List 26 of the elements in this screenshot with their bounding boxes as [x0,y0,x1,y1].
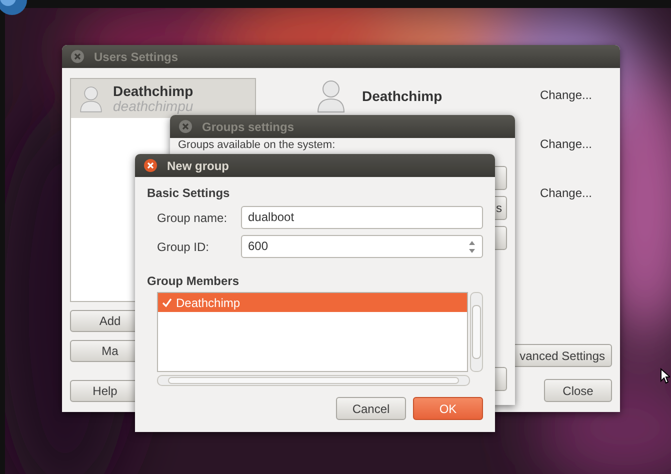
close-button[interactable]: Close [544,379,612,402]
user-name: Deathchimp [362,88,442,104]
window-title: Users Settings [94,50,178,64]
close-icon[interactable] [144,159,157,172]
input-field[interactable]: dualboot [241,206,483,229]
cursor-icon [660,368,670,384]
globe-icon [0,0,30,16]
spin-arrows-icon[interactable] [468,238,476,254]
section-heading: Basic Settings [147,186,231,200]
user-name: Deathchimp [113,83,194,99]
field-label: Group ID: [157,240,210,254]
spin-field[interactable]: 600 [241,235,483,258]
vertical-scrollbar[interactable] [470,292,483,372]
change-link[interactable]: Change... [540,186,592,200]
window-title: New group [167,158,229,172]
checkbox[interactable] [162,298,172,308]
horizontal-scrollbar[interactable] [157,375,470,386]
section-heading: Group Members [147,274,240,288]
window-title: Groups settings [202,120,294,134]
change-link[interactable]: Change... [540,88,592,102]
person-icon [316,79,346,113]
field-label: Group name: [157,210,228,224]
change-link[interactable]: Change... [540,137,592,151]
groups-caption: Groups available on the system: [178,139,336,152]
cancel-button[interactable]: Cancel [336,397,406,420]
person-icon [79,84,103,112]
